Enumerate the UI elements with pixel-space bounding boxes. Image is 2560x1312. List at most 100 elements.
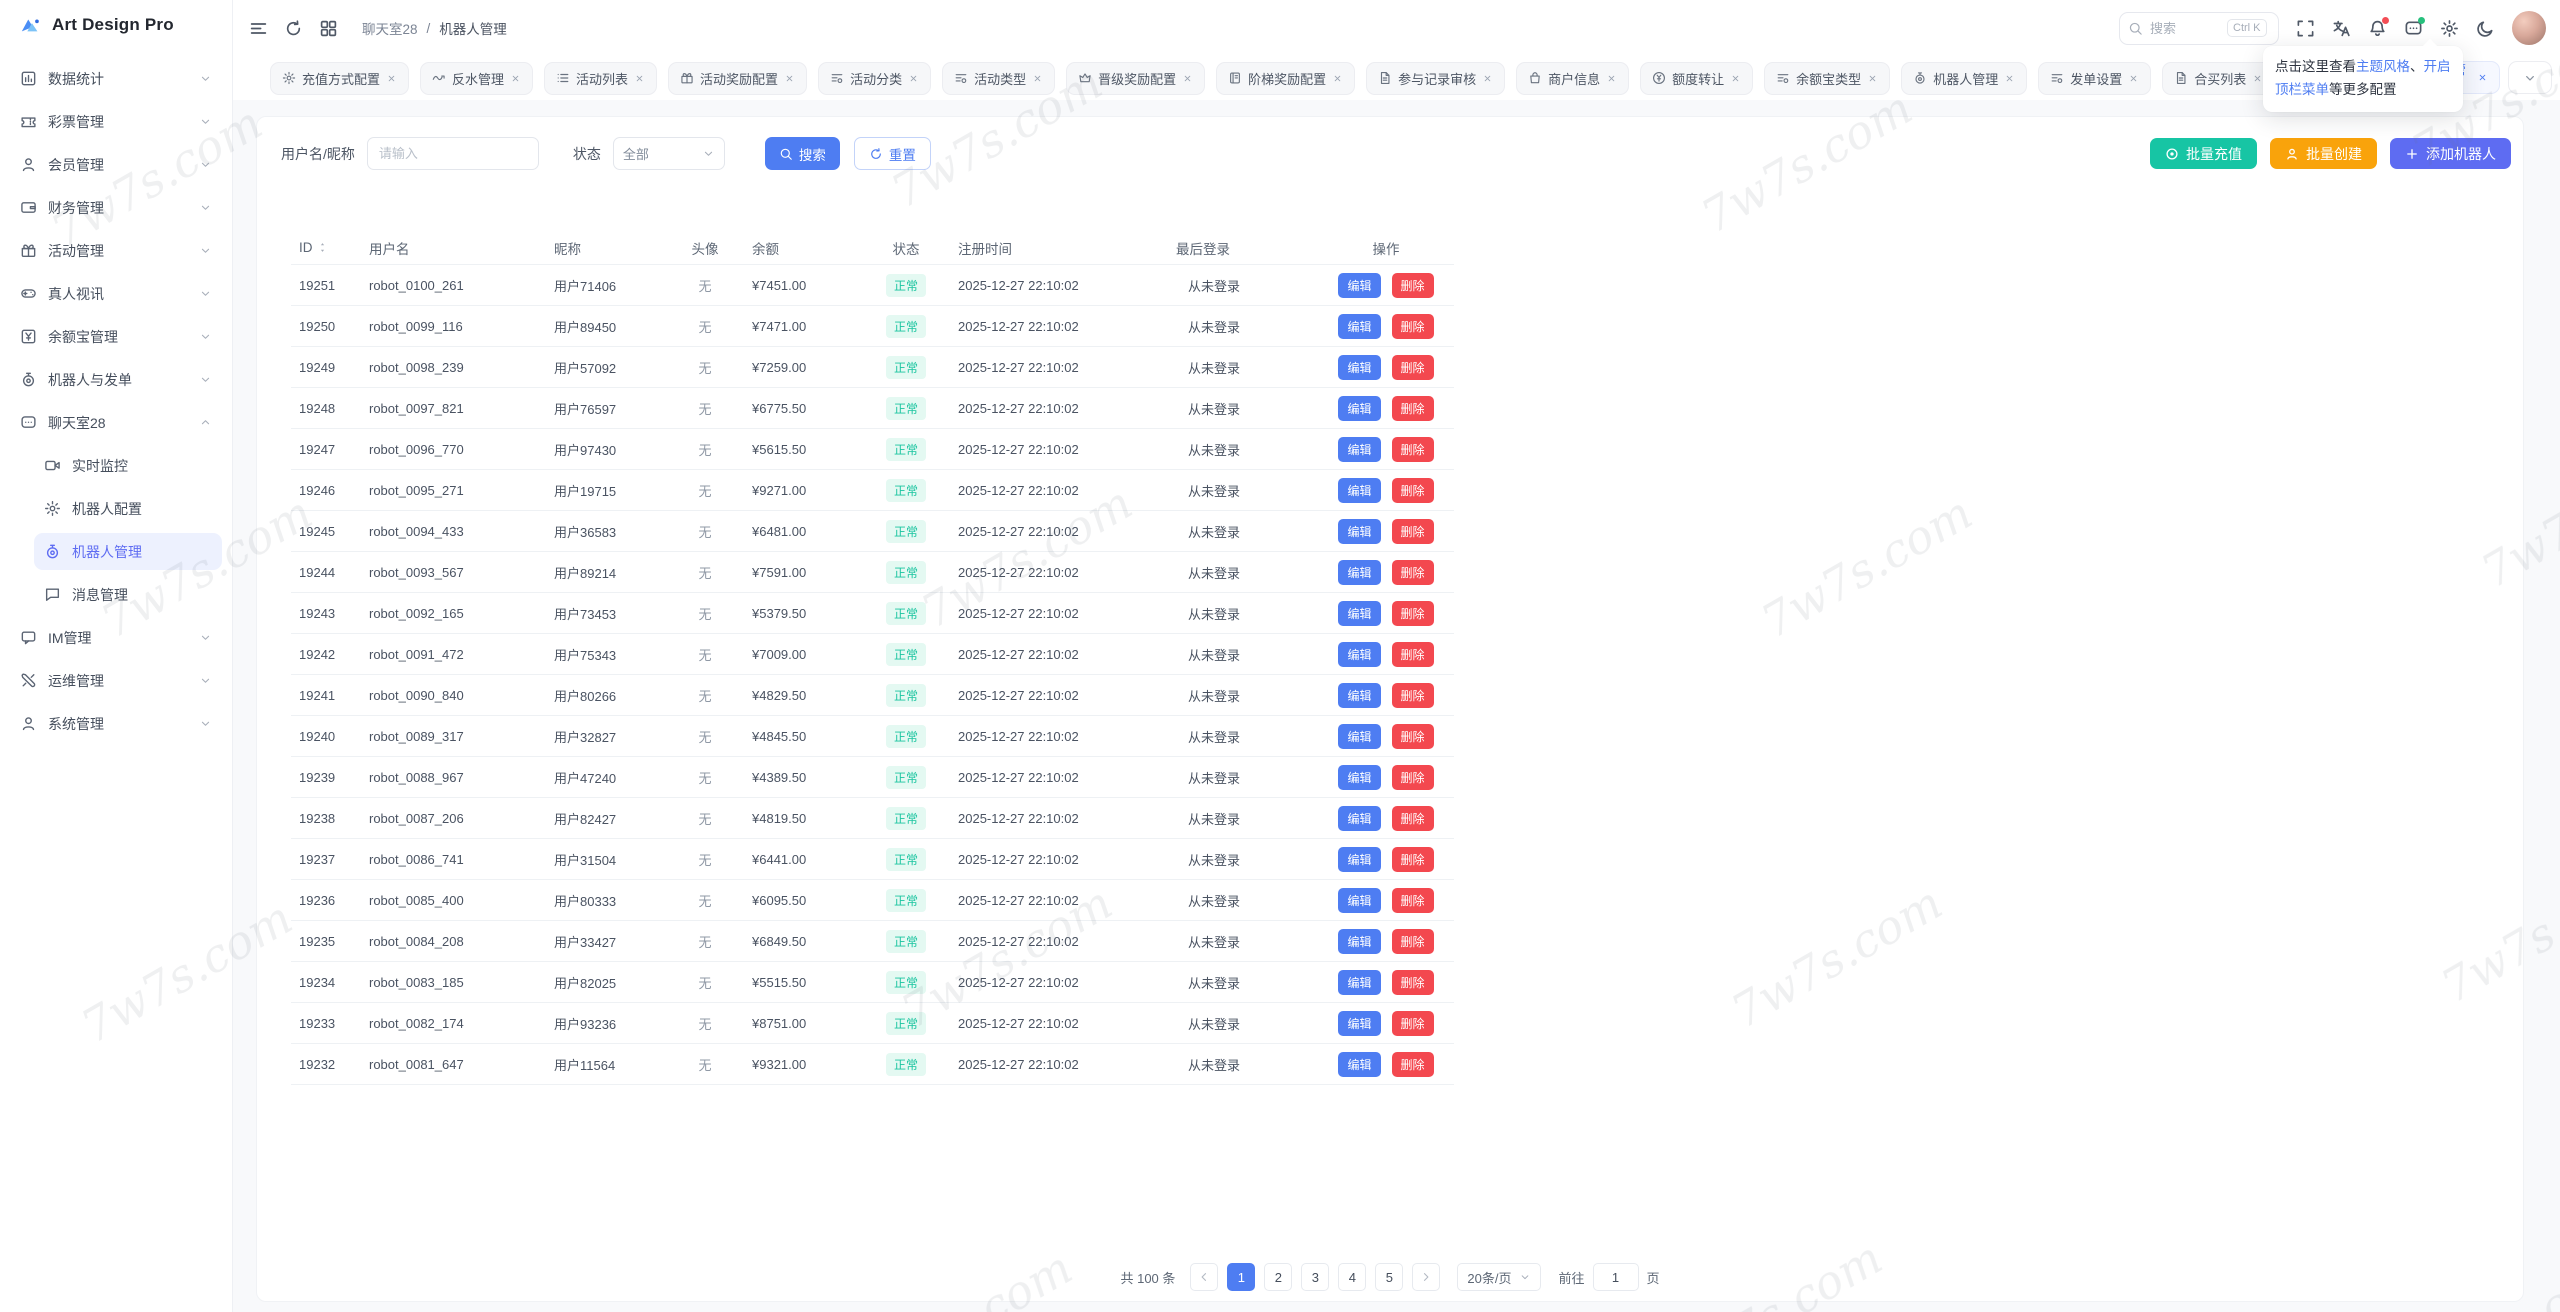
sidebar-item[interactable]: 活动管理 <box>10 232 222 269</box>
delete-button[interactable]: 删除 <box>1392 683 1434 708</box>
breadcrumb-section[interactable]: 聊天室28 <box>362 18 418 38</box>
edit-button[interactable]: 编辑 <box>1338 642 1380 667</box>
tab[interactable]: 发单设置 <box>2038 62 2151 95</box>
gear-icon[interactable] <box>2440 19 2459 38</box>
search-button[interactable]: 搜索 <box>765 137 840 170</box>
delete-button[interactable]: 删除 <box>1392 970 1434 995</box>
refresh-icon[interactable] <box>284 19 303 38</box>
tab[interactable]: 活动分类 <box>818 62 931 95</box>
reset-button[interactable]: 重置 <box>854 137 931 170</box>
page-size-select[interactable]: 20条/页 <box>1457 1263 1541 1291</box>
edit-button[interactable]: 编辑 <box>1338 396 1380 421</box>
delete-button[interactable]: 删除 <box>1392 478 1434 503</box>
tab[interactable]: 机器人管理 <box>1901 62 2027 95</box>
edit-button[interactable]: 编辑 <box>1338 273 1380 298</box>
avatar[interactable] <box>2512 11 2546 45</box>
sidebar-item[interactable]: 数据统计 <box>10 60 222 97</box>
global-search-input[interactable] <box>2150 21 2220 36</box>
tab[interactable]: 阶梯奖励配置 <box>1216 62 1355 95</box>
sidebar-item[interactable]: 机器人与发单 <box>10 361 222 398</box>
tab[interactable]: 余额宝类型 <box>1764 62 1890 95</box>
fullscreen-icon[interactable] <box>2296 19 2315 38</box>
delete-button[interactable]: 删除 <box>1392 601 1434 626</box>
tab[interactable]: 充值方式配置 <box>270 62 409 95</box>
tab[interactable]: 商户信息 <box>1516 62 1629 95</box>
sidebar-item[interactable]: 会员管理 <box>10 146 222 183</box>
delete-button[interactable]: 删除 <box>1392 1052 1434 1077</box>
page-button[interactable]: 1 <box>1227 1263 1255 1291</box>
bell-icon[interactable] <box>2368 19 2387 38</box>
edit-button[interactable]: 编辑 <box>1338 1011 1380 1036</box>
tab[interactable]: 反水管理 <box>420 62 533 95</box>
batch-recharge-button[interactable]: 批量充值 <box>2150 138 2257 169</box>
edit-button[interactable]: 编辑 <box>1338 929 1380 954</box>
delete-button[interactable]: 删除 <box>1392 273 1434 298</box>
sidebar-subitem[interactable]: 消息管理 <box>34 576 222 613</box>
translate-icon[interactable] <box>2332 19 2351 38</box>
prev-page-button[interactable] <box>1190 1263 1218 1291</box>
sidebar-item[interactable]: 聊天室28 <box>10 404 222 441</box>
sidebar-item[interactable]: 彩票管理 <box>10 103 222 140</box>
delete-button[interactable]: 删除 <box>1392 437 1434 462</box>
delete-button[interactable]: 删除 <box>1392 888 1434 913</box>
edit-button[interactable]: 编辑 <box>1338 519 1380 544</box>
sidebar-subitem[interactable]: 机器人配置 <box>34 490 222 527</box>
delete-button[interactable]: 删除 <box>1392 560 1434 585</box>
username-input[interactable] <box>367 137 539 170</box>
edit-button[interactable]: 编辑 <box>1338 765 1380 790</box>
delete-button[interactable]: 删除 <box>1392 314 1434 339</box>
sidebar-item[interactable]: 真人视讯 <box>10 275 222 312</box>
edit-button[interactable]: 编辑 <box>1338 1052 1380 1077</box>
delete-button[interactable]: 删除 <box>1392 765 1434 790</box>
global-search[interactable]: Ctrl K <box>2119 12 2279 45</box>
edit-button[interactable]: 编辑 <box>1338 806 1380 831</box>
delete-button[interactable]: 删除 <box>1392 724 1434 749</box>
status-select[interactable]: 全部 <box>613 137 725 170</box>
delete-button[interactable]: 删除 <box>1392 396 1434 421</box>
tab[interactable]: 晋级奖励配置 <box>1066 62 1205 95</box>
tab[interactable]: 参与记录审核 <box>1366 62 1505 95</box>
grid-menu-icon[interactable] <box>319 19 338 38</box>
tab[interactable]: 活动列表 <box>544 62 657 95</box>
edit-button[interactable]: 编辑 <box>1338 355 1380 380</box>
jump-page-input[interactable] <box>1593 1263 1639 1291</box>
edit-button[interactable]: 编辑 <box>1338 437 1380 462</box>
edit-button[interactable]: 编辑 <box>1338 560 1380 585</box>
tab[interactable]: 活动奖励配置 <box>668 62 807 95</box>
delete-button[interactable]: 删除 <box>1392 847 1434 872</box>
add-robot-button[interactable]: 添加机器人 <box>2390 138 2511 169</box>
column-header-id[interactable]: ID <box>291 240 361 255</box>
batch-create-button[interactable]: 批量创建 <box>2270 138 2377 169</box>
sidebar-subitem[interactable]: 机器人管理 <box>34 533 222 570</box>
sidebar-item[interactable]: 财务管理 <box>10 189 222 226</box>
delete-button[interactable]: 删除 <box>1392 642 1434 667</box>
edit-button[interactable]: 编辑 <box>1338 847 1380 872</box>
collapse-sidebar-icon[interactable] <box>249 19 268 38</box>
page-button[interactable]: 4 <box>1338 1263 1366 1291</box>
tab[interactable]: 活动类型 <box>942 62 1055 95</box>
moon-icon[interactable] <box>2476 19 2495 38</box>
chatbox-icon[interactable] <box>2404 19 2423 38</box>
tab[interactable]: 额度转让 <box>1640 62 1753 95</box>
delete-button[interactable]: 删除 <box>1392 519 1434 544</box>
tooltip-theme-link[interactable]: 主题风格 <box>2356 59 2410 74</box>
edit-button[interactable]: 编辑 <box>1338 478 1380 503</box>
page-button[interactable]: 5 <box>1375 1263 1403 1291</box>
edit-button[interactable]: 编辑 <box>1338 970 1380 995</box>
tabs-overflow-button[interactable] <box>2508 61 2552 94</box>
tab[interactable]: 合买列表 <box>2162 62 2275 95</box>
page-button[interactable]: 2 <box>1264 1263 1292 1291</box>
delete-button[interactable]: 删除 <box>1392 1011 1434 1036</box>
edit-button[interactable]: 编辑 <box>1338 683 1380 708</box>
app-logo[interactable]: Art Design Pro <box>0 0 232 50</box>
edit-button[interactable]: 编辑 <box>1338 601 1380 626</box>
sidebar-item[interactable]: 余额宝管理 <box>10 318 222 355</box>
sidebar-item[interactable]: IM管理 <box>10 619 222 656</box>
edit-button[interactable]: 编辑 <box>1338 314 1380 339</box>
sidebar-subitem[interactable]: 实时监控 <box>34 447 222 484</box>
next-page-button[interactable] <box>1412 1263 1440 1291</box>
edit-button[interactable]: 编辑 <box>1338 724 1380 749</box>
edit-button[interactable]: 编辑 <box>1338 888 1380 913</box>
delete-button[interactable]: 删除 <box>1392 355 1434 380</box>
page-button[interactable]: 3 <box>1301 1263 1329 1291</box>
